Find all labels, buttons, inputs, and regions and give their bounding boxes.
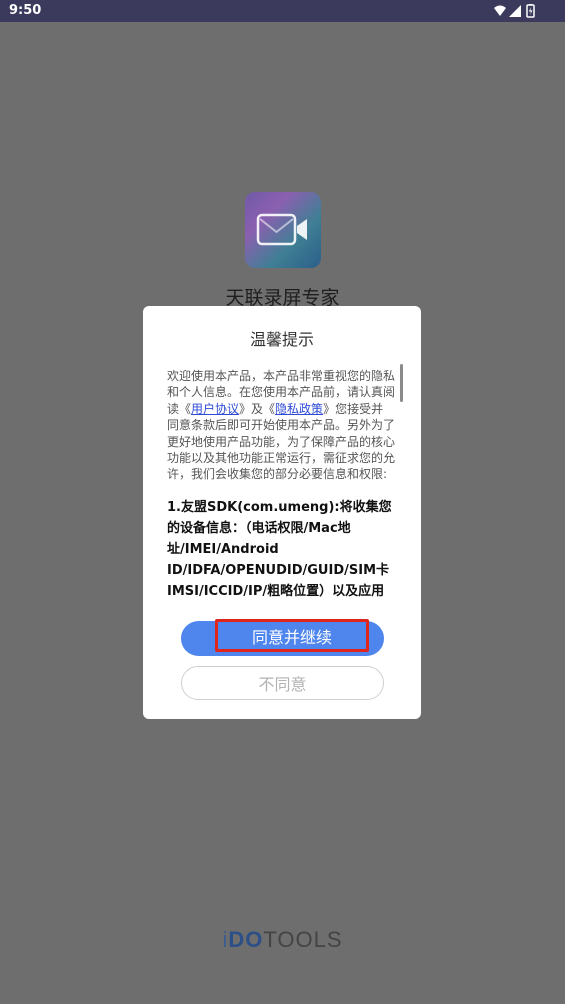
battery-icon — [526, 4, 535, 18]
app-logo — [245, 192, 321, 268]
status-time: 9:50 — [9, 3, 42, 18]
agree-button-label: 同意并继续 — [215, 619, 369, 652]
signal-icon — [509, 5, 521, 17]
brand-part3: TOOLS — [263, 927, 343, 952]
privacy-policy-link[interactable]: 隐私政策 — [275, 402, 323, 416]
scrollbar-thumb[interactable] — [400, 364, 403, 402]
dialog-scroll-content[interactable]: 欢迎使用本产品，本产品非常重视您的隐私和个人信息。在您使用本产品前，请认真阅读《… — [167, 368, 395, 604]
agree-button[interactable]: 同意并继续 — [181, 619, 384, 656]
dialog-title: 温馨提示 — [249, 330, 314, 349]
video-camera-icon — [256, 213, 307, 246]
privacy-dialog: 温馨提示 欢迎使用本产品，本产品非常重视您的隐私和个人信息。在您使用本产品前，请… — [143, 306, 421, 719]
user-agreement-link[interactable]: 用户协议 — [191, 402, 239, 416]
brand-logo: iDOTOOLS — [0, 927, 565, 953]
brand-part2: DO — [228, 927, 264, 952]
privacy-intro-part2: 》及《 — [239, 401, 276, 416]
sdk-notice: 1.友盟SDK(com.umeng):将收集您的设备信息：（电话权限/Mac地址… — [167, 499, 392, 599]
wifi-icon — [494, 5, 506, 16]
disagree-button[interactable]: 不同意 — [181, 666, 384, 700]
status-icons — [494, 4, 535, 18]
privacy-intro: 欢迎使用本产品，本产品非常重视您的隐私和个人信息。在您使用本产品前，请认真阅读《… — [167, 368, 395, 483]
status-bar: 9:50 — [0, 0, 565, 22]
